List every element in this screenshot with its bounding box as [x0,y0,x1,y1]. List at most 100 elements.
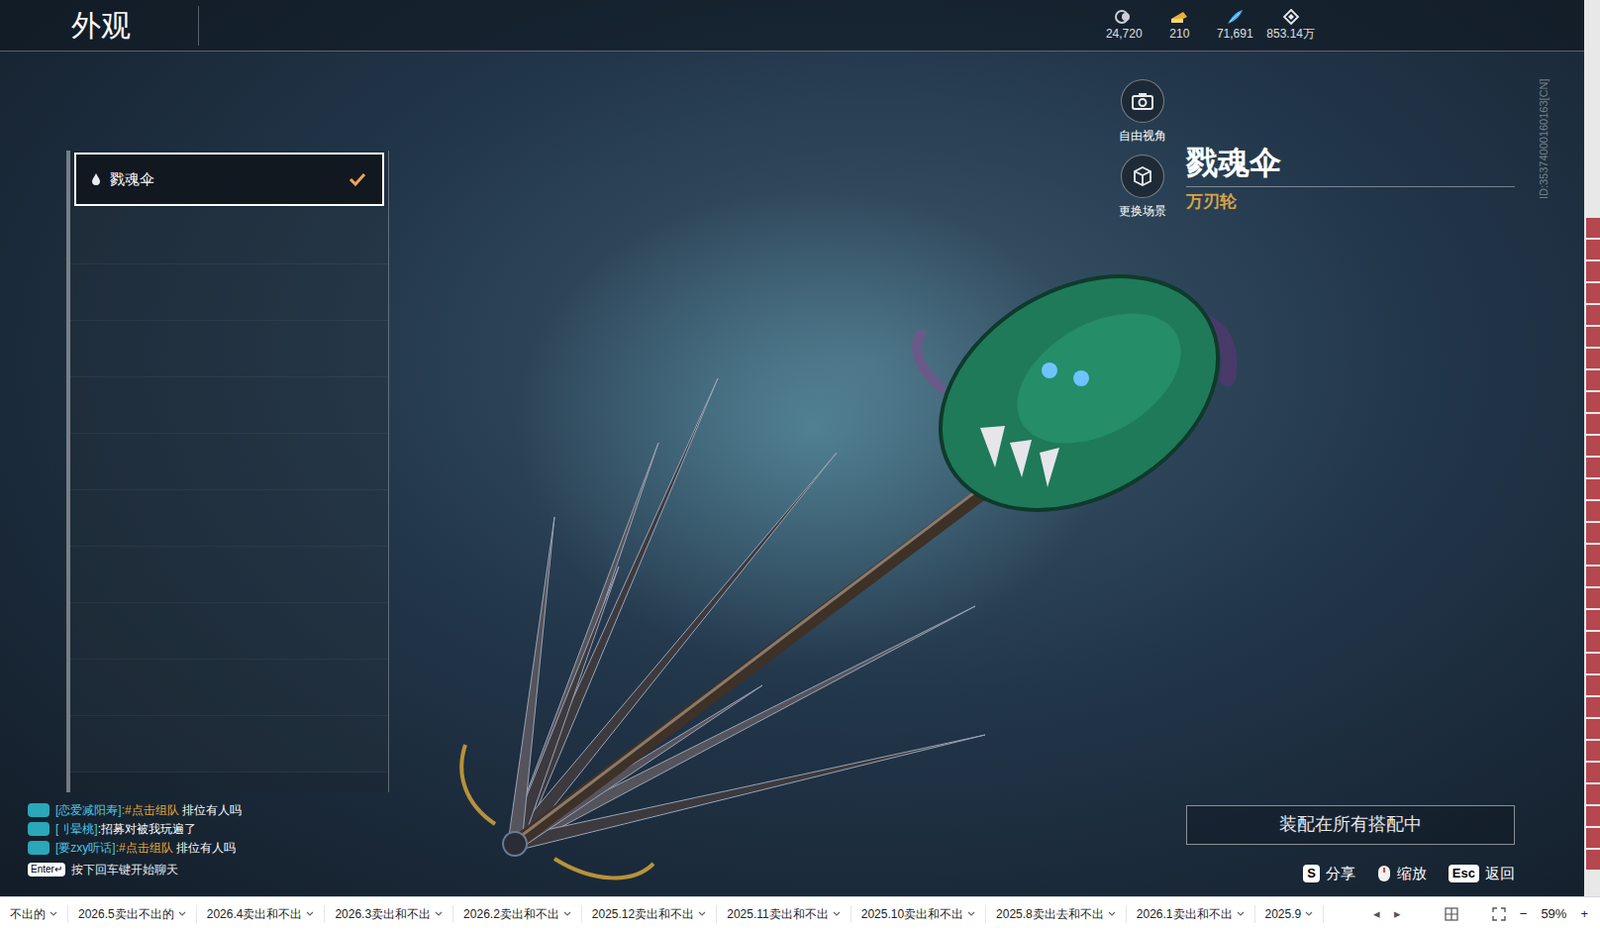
thumbnail-block [1586,653,1600,674]
zoom-out-button[interactable]: − [1519,903,1528,924]
sheet-tab[interactable]: 2026.2卖出和不出 [453,904,583,923]
chevron-down-icon [832,910,841,917]
thumbnail-block [1586,805,1600,826]
key-cap: Esc [1448,864,1480,883]
view-button[interactable]: 更换场景 [1118,154,1167,220]
title-divider [198,5,200,46]
skin-item[interactable]: 戮魂伞 [74,152,385,206]
sheet-tab[interactable]: 2025.10卖出和不出 [851,904,987,923]
thumbnail-block [1586,522,1600,543]
item-title-block: 戮魂伞万刃轮 [1186,51,1515,220]
thumbnail-block [1586,413,1600,434]
chevron-down-icon [967,910,976,917]
key-hints: S分享缩放 Esc返回 [1099,862,1585,898]
gem-icon [1282,8,1300,25]
thumbnail-block [1586,588,1600,608]
thumbnail-block [1586,348,1600,369]
chevron-down-icon [305,910,314,917]
thumbnail-block [1586,784,1600,804]
thumbnail-block [1586,370,1600,391]
channel-tag-icon [27,802,50,817]
sheet-tab[interactable]: 2025.9 [1255,904,1325,923]
empty-slot [70,264,389,321]
thumbnail-block [1586,675,1600,696]
thumbnail-block [1586,283,1600,303]
thumbnail-block [1586,326,1600,347]
channel-tag-icon [27,821,50,836]
feather-icon [1225,8,1244,25]
chat-message: [刂晕桃]:招募对被我玩遍了 [27,818,397,838]
key-hint[interactable]: S分享 [1302,862,1356,886]
empty-slot [70,377,389,434]
zoom-in-button[interactable]: + [1580,903,1589,924]
thumbnail-block [1586,435,1600,456]
key-hint[interactable]: 缩放 [1377,862,1427,886]
sheet-tab[interactable]: 2026.3卖出和不出 [324,904,454,923]
currency: 71,691 [1208,8,1261,43]
chat-hint[interactable]: Enter↵按下回车键开始聊天 [27,858,397,881]
currency-group: 24,72021071,691853.14万 [1098,8,1317,43]
sheet-tab[interactable]: 2026.4卖出和不出 [197,904,326,923]
empty-slot [70,433,389,491]
thumbnail-block [1586,479,1600,500]
check-icon [348,172,367,187]
left-column: 戮魂伞[恋爱减阳寿]:#点击组队 排位有人吗[刂晕桃]:招募对被我玩遍了[要zx… [0,51,397,897]
sheet-tab[interactable]: 2026.1卖出和不出 [1126,904,1256,923]
key-hint[interactable]: Esc返回 [1448,862,1515,886]
thumbnail-block [1586,631,1600,652]
thumbnail-block [1586,500,1600,521]
view-button[interactable]: 自由视角 [1118,79,1167,145]
thumbnail-block [1586,566,1600,587]
chevron-down-icon [1304,910,1313,917]
chevron-down-icon [1107,910,1116,917]
thumbnail-block [1586,261,1600,282]
item-name: 戮魂伞 [1186,142,1515,188]
game-view: 外观 24,72021071,691853.14万戮魂伞[恋爱减阳寿]:#点击组队… [0,0,1585,897]
coin-icon [1114,8,1133,25]
chevron-down-icon [698,910,706,917]
chevron-down-icon [563,910,572,917]
empty-slot [70,602,389,660]
currency: 853.14万 [1264,8,1317,43]
thumbnail-block [1586,457,1600,478]
fullscreen-icon[interactable] [1492,906,1506,921]
channel-tag-icon [27,840,50,855]
sheet-tab[interactable]: 不出的 [0,904,69,923]
mouse-icon [1377,864,1392,883]
thumbnail-block [1586,827,1600,848]
view-buttons: 自由视角更换场景 [1099,51,1187,220]
page-title: 外观 [71,10,131,41]
empty-slot [70,659,389,716]
sheet-tab[interactable]: 2025.12卖出和不出 [582,904,717,923]
empty-slot [70,320,389,378]
scene: 戮魂伞[恋爱减阳寿]:#点击组队 排位有人吗[刂晕桃]:招募对被我玩遍了[要zx… [0,51,1585,897]
sheet-tab[interactable]: 2025.11卖出和不出 [716,904,852,923]
empty-slot [70,207,389,265]
empty-slot [70,546,389,603]
sheet-controls: ◂▸−59%+ [1361,903,1600,924]
sheet-nav-button[interactable]: ◂ [1373,903,1381,924]
sheet-tab[interactable]: 2025.8卖出去和不出 [986,904,1127,923]
currency: 210 [1153,8,1205,43]
weapon-type: 万刃轮 [1186,189,1515,215]
sheet-nav-button[interactable]: ▸ [1394,903,1401,924]
sheet-scroll-strip [1584,0,1600,897]
grid-view-icon[interactable] [1444,906,1459,921]
ticket-icon [1169,8,1190,25]
empty-slot [70,490,389,547]
skin-list: 戮魂伞 [66,150,390,793]
main-area: 外观 24,72021071,691853.14万戮魂伞[恋爱减阳寿]:#点击组队… [0,0,1600,897]
thumbnail-block [1586,304,1600,325]
sheet-tabs: 不出的2026.5卖出不出的2026.4卖出和不出2026.3卖出和不出2026… [0,904,1362,923]
enter-key: Enter↵ [27,862,66,877]
thumbnail-block [1586,217,1600,238]
screen: 外观 24,72021071,691853.14万戮魂伞[恋爱减阳寿]:#点击组队… [0,0,1600,930]
chevron-down-icon [178,910,187,917]
equip-all-button[interactable]: 装配在所有搭配中 [1186,804,1515,845]
top-bar: 外观 24,72021071,691853.14万 [0,0,1585,52]
camera-icon [1130,91,1155,111]
item-id: ID:35374000160163[CN] [1535,78,1553,200]
thumbnail-block [1586,762,1600,783]
thumbnail-block [1586,609,1600,630]
sheet-tab[interactable]: 2026.5卖出不出的 [68,904,198,923]
